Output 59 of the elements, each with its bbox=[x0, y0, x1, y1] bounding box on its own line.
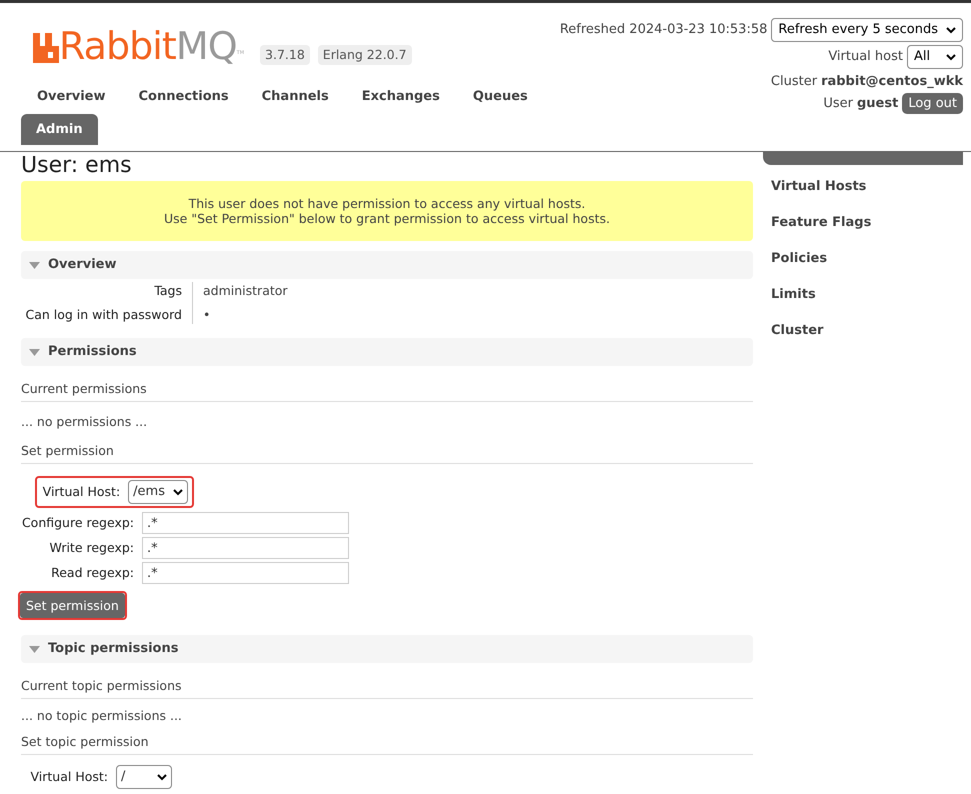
property-value: • bbox=[203, 307, 212, 323]
logout-button[interactable]: Log out bbox=[902, 93, 963, 114]
section-header[interactable]: Topic permissions bbox=[21, 635, 753, 663]
dropdown-caret-icon bbox=[173, 488, 183, 496]
field-label: Configure regexp: bbox=[22, 515, 134, 531]
section-title: Overview bbox=[48, 257, 117, 273]
virtual-host-select[interactable]: / bbox=[116, 765, 172, 789]
permission-warning: This user does not have permission to access any virtual hosts. Use "Set Permission" below to grant permission to access virtual hosts. bbox=[21, 181, 753, 241]
nav-tab[interactable]: Connections bbox=[122, 83, 245, 111]
nav-tab[interactable]: Queues bbox=[456, 83, 544, 111]
cluster-label: Cluster bbox=[770, 74, 818, 90]
version-badge: Erlang 22.0.7 bbox=[318, 45, 412, 65]
property-value: administrator bbox=[203, 283, 288, 299]
virtual-host-select[interactable]: /ems bbox=[128, 480, 188, 504]
regexp-input-field[interactable]: .* bbox=[142, 562, 349, 584]
regexp-input-field[interactable]: .* bbox=[142, 537, 349, 559]
nav-tab[interactable]: Exchanges bbox=[346, 83, 456, 111]
nav-tab[interactable]: Admin bbox=[21, 114, 98, 145]
sidebar-link[interactable]: Policies bbox=[771, 251, 963, 267]
refreshed-timestamp: Refreshed 2024-03-23 10:53:58 bbox=[560, 22, 768, 38]
field-label: Virtual Host: bbox=[42, 484, 120, 500]
collapse-triangle-icon bbox=[29, 348, 40, 356]
subsection-heading: Set permission bbox=[21, 443, 114, 458]
dropdown-caret-icon bbox=[157, 774, 167, 780]
empty-permissions-text: ... no permissions ... bbox=[21, 414, 148, 430]
collapse-triangle-icon bbox=[29, 646, 40, 652]
nav-tab[interactable]: Channels bbox=[246, 83, 345, 111]
virtual-host-label: Virtual host bbox=[828, 49, 903, 65]
version-badge: 3.7.18 bbox=[260, 45, 310, 65]
page-title: User: ems bbox=[21, 153, 133, 179]
regexp-input-field[interactable]: .* bbox=[142, 512, 349, 534]
virtual-host-filter-select[interactable]: All bbox=[907, 45, 963, 69]
set-permission-button[interactable]: Set permission bbox=[20, 593, 125, 618]
cluster-name: rabbit@centos_wkk bbox=[821, 74, 963, 90]
property-label: Tags bbox=[154, 283, 182, 299]
field-label: Read regexp: bbox=[51, 565, 134, 581]
subsection-heading: Current topic permissions bbox=[21, 678, 182, 693]
collapse-triangle-icon bbox=[29, 262, 40, 268]
sidebar-link[interactable]: Virtual Hosts bbox=[771, 179, 963, 195]
field-label: Virtual Host: bbox=[30, 769, 108, 785]
property-label: Can log in with password bbox=[25, 307, 182, 323]
subsection-heading: Set topic permission bbox=[21, 734, 149, 749]
field-label: Write regexp: bbox=[50, 540, 134, 556]
section-title: Permissions bbox=[48, 344, 137, 360]
sidebar-link[interactable]: Feature Flags bbox=[771, 215, 963, 231]
refresh-interval-select[interactable]: Refresh every 5 seconds bbox=[771, 18, 963, 42]
sidebar-selected-tab[interactable] bbox=[763, 151, 963, 165]
section-header[interactable]: Permissions bbox=[21, 338, 753, 366]
dropdown-caret-icon bbox=[946, 26, 956, 34]
empty-topic-permissions-text: ... no topic permissions ... bbox=[21, 708, 183, 724]
section-title: Topic permissions bbox=[48, 641, 178, 657]
nav-tab[interactable]: Overview bbox=[21, 83, 122, 111]
sidebar-link[interactable]: Cluster bbox=[771, 323, 963, 339]
sidebar-link[interactable]: Limits bbox=[771, 287, 963, 303]
dropdown-caret-icon bbox=[946, 54, 956, 60]
user-label: User bbox=[823, 96, 853, 112]
subsection-heading: Current permissions bbox=[21, 381, 147, 396]
user-name: guest bbox=[857, 96, 898, 112]
section-header[interactable]: Overview bbox=[21, 251, 753, 279]
